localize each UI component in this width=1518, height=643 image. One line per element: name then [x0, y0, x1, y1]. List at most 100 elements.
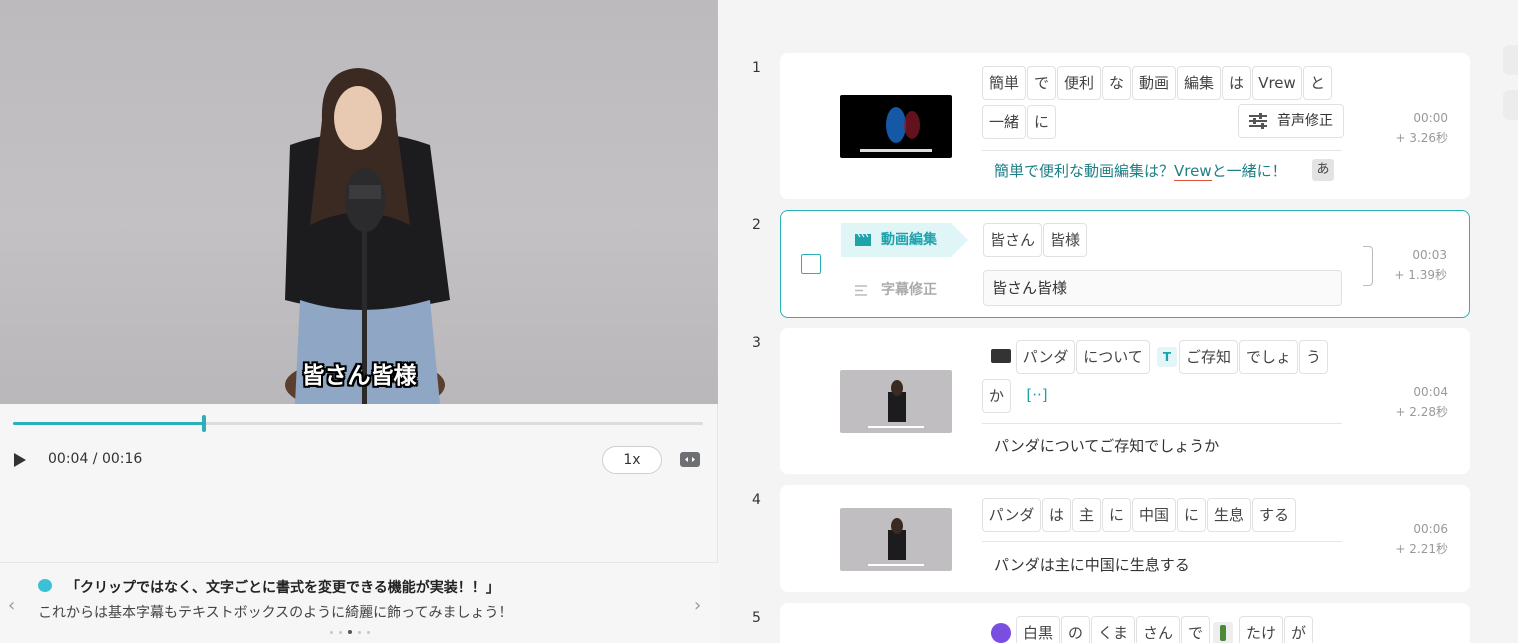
pagination-dot[interactable] — [339, 631, 342, 634]
clip-card[interactable]: 白黒のくま さんで たけが — [780, 603, 1470, 643]
subtitle-underlined: Vrew — [1174, 162, 1212, 181]
word-chip[interactable]: に — [1102, 498, 1131, 532]
word-chip[interactable]: 皆様 — [1043, 223, 1087, 257]
tab-video-edit[interactable]: 動画編集 — [841, 223, 968, 257]
word-chip[interactable]: が — [1284, 616, 1313, 643]
pagination-dot[interactable] — [348, 630, 352, 634]
lines-icon — [855, 285, 867, 296]
word-chip[interactable]: 便利 — [1057, 66, 1101, 100]
clip-card[interactable]: T パンダ について ご存知 でしょう か [··] パンダについてご存知でしょうか 0… — [780, 328, 1470, 474]
clip-thumbnail[interactable] — [840, 508, 952, 571]
sliders-icon — [1249, 113, 1267, 129]
text-effect-icon[interactable]: T — [1157, 347, 1177, 367]
word-chip[interactable]: か — [982, 379, 1011, 413]
word-chip[interactable]: う — [1299, 340, 1328, 374]
expand-icon[interactable] — [680, 452, 700, 467]
clip-card[interactable]: 簡単で便利な動画 編集は Vrew と 一緒に 音声修正 簡単で便利な動画編集は？Vr… — [780, 53, 1470, 199]
word-chip[interactable]: は — [1222, 66, 1251, 100]
word-chip[interactable]: 白黒 — [1016, 616, 1060, 643]
clip-duration: + 3.26秒 — [1395, 131, 1448, 145]
video-preview[interactable]: 皆さん皆様 — [0, 0, 718, 404]
player-panel: 皆さん皆様 00:04 / 00:16 1x ‹ 「クリップではなく、文字ごとに… — [0, 0, 718, 643]
progress-fill — [13, 422, 205, 425]
word-chip[interactable]: の — [1061, 616, 1090, 643]
word-chip[interactable]: に — [1177, 498, 1206, 532]
clip-number: 5 — [752, 610, 761, 626]
clip-thumbnail[interactable] — [840, 370, 952, 433]
clip-time: 00:03 — [1412, 248, 1447, 262]
news-next-button[interactable]: › — [694, 595, 701, 616]
voice-edit-button[interactable]: 音声修正 — [1238, 104, 1344, 138]
subtitle-pre: 簡単で便利な動画編集は？ — [994, 162, 1175, 180]
progress-handle[interactable] — [202, 415, 207, 432]
news-banner: ‹ 「クリップではなく、文字ごとに書式を変更できる機能が実装！！」 これからは基… — [0, 562, 718, 643]
word-chip[interactable]: 編集 — [1177, 66, 1221, 100]
bottle-sticker-icon[interactable] — [1213, 622, 1233, 643]
subtitle-text[interactable]: パンダについてご存知でしょうか — [994, 435, 1219, 456]
clip-thumbnail[interactable] — [840, 95, 952, 158]
subtitle-text[interactable]: パンダは主に中国に生息する — [994, 554, 1190, 575]
word-chip[interactable]: くま — [1091, 616, 1135, 643]
time-display: 00:04 / 00:16 — [48, 451, 143, 467]
word-chip[interactable]: 主 — [1072, 498, 1101, 532]
clip-list: 1 簡単で便利な動画 編集は Vrew と 一緒に 音声修正 簡単で便利な動画編集は？… — [719, 0, 1518, 643]
word-chip[interactable]: 一緒 — [982, 105, 1026, 139]
side-handle — [1503, 45, 1518, 75]
clip-checkbox[interactable] — [801, 254, 821, 274]
speed-button[interactable]: 1x — [602, 446, 662, 474]
divider — [982, 541, 1342, 542]
pagination-dot[interactable] — [358, 631, 361, 634]
word-chip[interactable]: で — [1027, 66, 1056, 100]
word-chip[interactable]: する — [1252, 498, 1296, 532]
word-chip[interactable]: な — [1102, 66, 1131, 100]
clip-card[interactable]: パンダは主に中国に生息 する パンダは主に中国に生息する 00:06 + 2.21… — [780, 485, 1470, 592]
word-chip[interactable]: [··] — [1012, 379, 1062, 413]
merge-bracket-icon[interactable] — [1363, 246, 1373, 286]
clip-number: 2 — [752, 217, 761, 233]
tab-subtitle-edit-label: 字幕修正 — [881, 282, 937, 298]
clip-card-selected[interactable]: 動画編集 字幕修正 皆さん 皆様 皆さん皆様 00:03 + 1.39秒 — [780, 210, 1470, 318]
word-chip[interactable]: で — [1181, 616, 1210, 643]
progress-bar[interactable] — [13, 415, 703, 432]
word-chip[interactable]: 生息 — [1207, 498, 1251, 532]
word-chip[interactable]: Vrew — [1252, 66, 1302, 100]
pagination-dot[interactable] — [330, 631, 333, 634]
subtitle-text[interactable]: 簡単で便利な動画編集は？Vrewと一緒に！ — [994, 160, 1287, 181]
style-badge[interactable]: あ — [1312, 159, 1334, 181]
word-chip[interactable]: 簡単 — [982, 66, 1026, 100]
clip-time: 00:04 — [1413, 385, 1448, 399]
word-chip[interactable]: と — [1303, 66, 1332, 100]
word-chip[interactable]: 中国 — [1132, 498, 1176, 532]
word-chip[interactable]: は — [1042, 498, 1071, 532]
play-icon[interactable] — [13, 452, 27, 468]
subtitle-input[interactable]: 皆さん皆様 — [983, 270, 1342, 306]
word-chip[interactable]: パンダ — [1016, 340, 1075, 374]
word-chip[interactable]: さん — [1136, 616, 1180, 643]
word-chip[interactable]: パンダ — [982, 498, 1041, 532]
clip-time: 00:06 — [1413, 522, 1448, 536]
side-handle — [1503, 90, 1518, 120]
clip-number: 3 — [752, 335, 761, 351]
video-caption: 皆さん皆様 — [301, 363, 417, 389]
divider — [982, 150, 1342, 151]
news-pagination — [330, 630, 370, 634]
word-chip[interactable]: 動画 — [1132, 66, 1176, 100]
news-prev-button[interactable]: ‹ — [8, 595, 15, 616]
pagination-dot[interactable] — [367, 631, 370, 634]
subtitle-post: と一緒に！ — [1211, 162, 1287, 180]
image-icon[interactable] — [991, 349, 1011, 363]
word-chip[interactable]: 皆さん — [983, 223, 1042, 257]
purple-sticker-icon[interactable] — [991, 623, 1011, 643]
word-chip[interactable]: ご存知 — [1179, 340, 1238, 374]
word-chip[interactable]: たけ — [1239, 616, 1283, 643]
tab-subtitle-edit[interactable]: 字幕修正 — [841, 273, 951, 307]
presenter-image — [285, 68, 450, 404]
word-chip[interactable]: について — [1076, 340, 1150, 374]
voice-edit-label: 音声修正 — [1277, 113, 1333, 129]
clip-number: 4 — [752, 492, 761, 508]
clip-duration: + 2.28秒 — [1395, 405, 1448, 419]
word-chip[interactable]: に — [1027, 105, 1056, 139]
word-chip[interactable]: でしょ — [1239, 340, 1298, 374]
clip-duration: + 2.21秒 — [1395, 542, 1448, 556]
tab-video-edit-label: 動画編集 — [881, 232, 937, 248]
